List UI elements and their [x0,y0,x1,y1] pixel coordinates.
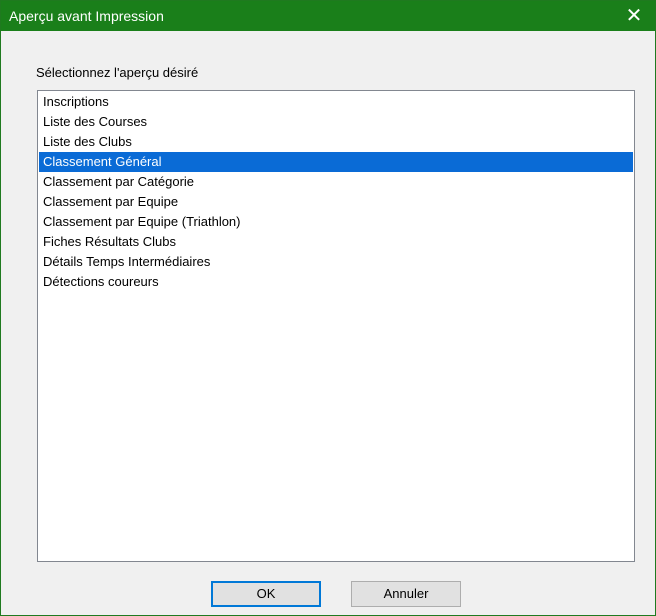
prompt-label: Sélectionnez l'aperçu désiré [36,65,199,80]
preview-listbox[interactable]: Inscriptions Liste des Courses Liste des… [37,90,635,562]
list-item-inscriptions[interactable]: Inscriptions [39,92,633,112]
list-item-detections-coureurs[interactable]: Détections coureurs [39,272,633,292]
list-item-details-temps-intermediaires[interactable]: Détails Temps Intermédiaires [39,252,633,272]
window-title: Aperçu avant Impression [9,8,164,24]
close-icon[interactable]: ✕ [613,1,655,31]
list-item-classement-par-equipe[interactable]: Classement par Equipe [39,192,633,212]
title-bar[interactable]: Aperçu avant Impression ✕ [1,1,655,31]
cancel-button[interactable]: Annuler [351,581,461,607]
list-item-fiches-resultats-clubs[interactable]: Fiches Résultats Clubs [39,232,633,252]
list-item-liste-des-courses[interactable]: Liste des Courses [39,112,633,132]
list-item-liste-des-clubs[interactable]: Liste des Clubs [39,132,633,152]
ok-button[interactable]: OK [211,581,321,607]
list-item-classement-par-categorie[interactable]: Classement par Catégorie [39,172,633,192]
list-item-classement-general[interactable]: Classement Général [39,152,633,172]
preview-dialog: Aperçu avant Impression ✕ Sélectionnez l… [0,0,656,616]
list-item-classement-par-equipe-triathlon[interactable]: Classement par Equipe (Triathlon) [39,212,633,232]
